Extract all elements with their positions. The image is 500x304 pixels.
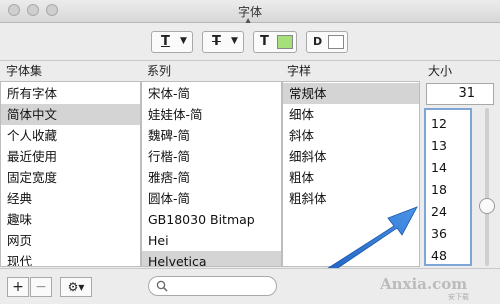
remove-collection-button[interactable]: − [30, 277, 52, 297]
font-window: 字体 ▲ T ▼ T ▼ T D 字体集 系列 字样 大小 所有字体 简体中文 … [0, 0, 500, 304]
watermark-logo: Anxia.com [380, 275, 468, 293]
annotation-arrow-icon [321, 206, 418, 277]
add-collection-button[interactable]: + [7, 277, 29, 297]
search-icon [156, 280, 168, 292]
action-menu-button[interactable]: ⚙▾ [60, 277, 92, 297]
watermark-sub: 安下载 [448, 293, 469, 301]
search-field[interactable] [148, 276, 277, 296]
